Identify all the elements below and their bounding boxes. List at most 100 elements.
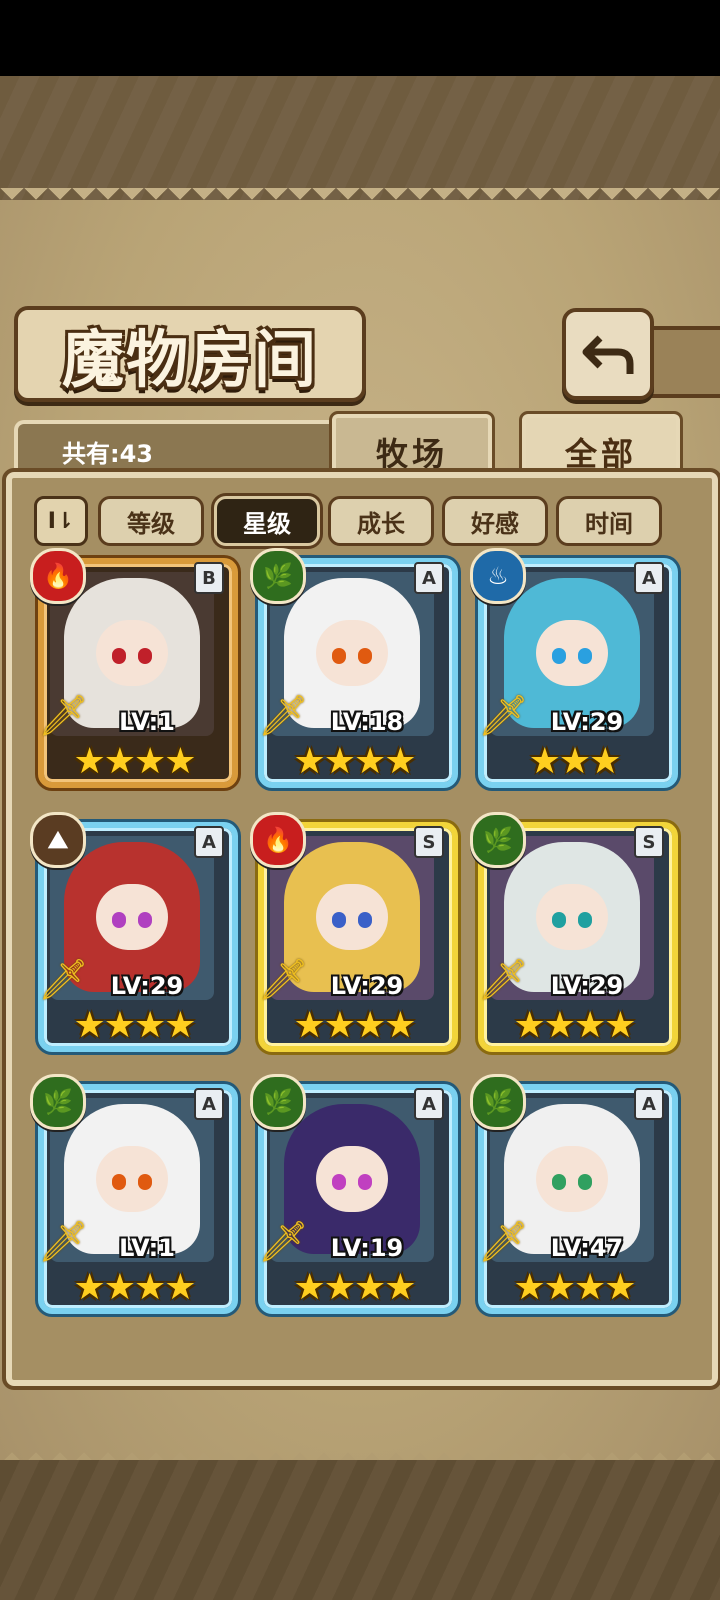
- star-icon: ★: [384, 741, 417, 782]
- star-icon: ★: [293, 1267, 326, 1308]
- monster-card[interactable]: 🔥 S 🗡 LV:29 ★ ★ ★ ★: [250, 812, 458, 1052]
- wood-element-icon: 🌿: [30, 1074, 86, 1130]
- star-icon: ★: [354, 741, 387, 782]
- sword-icon: 🗡: [38, 693, 89, 739]
- monster-card[interactable]: ⛰ A 🗡 LV:29 ★ ★ ★ ★: [30, 812, 238, 1052]
- star-icon: ★: [134, 1267, 167, 1308]
- wood-element-icon: 🌿: [470, 812, 526, 868]
- sword-icon: 🗡: [478, 1219, 529, 1265]
- star-icon: ★: [513, 1005, 546, 1046]
- grade-badge: A: [194, 1088, 224, 1120]
- back-button[interactable]: [562, 308, 654, 400]
- level-label: LV:47: [550, 1234, 624, 1262]
- back-rail: [644, 326, 720, 398]
- star-rating: ★ ★ ★: [500, 742, 650, 782]
- grade-badge: A: [414, 1088, 444, 1120]
- star-icon: ★: [164, 741, 197, 782]
- star-icon: ★: [293, 1005, 326, 1046]
- monster-card[interactable]: 🌿 A 🗡 LV:1 ★ ★ ★ ★: [30, 1074, 238, 1314]
- water-element-icon: ♨: [470, 548, 526, 604]
- portrait-eye: [552, 1174, 566, 1190]
- star-icon: ★: [558, 741, 592, 782]
- star-icon: ★: [528, 741, 561, 782]
- sort-bar: I⇂ 等级 星级 成长 好感 时间: [30, 494, 690, 546]
- star-icon: ★: [543, 1267, 576, 1308]
- sword-icon: 🗡: [478, 957, 529, 1003]
- zigzag-border-top: [0, 188, 720, 212]
- sword-icon: 🗡: [38, 957, 89, 1003]
- background-map-top: [0, 76, 720, 206]
- monster-card[interactable]: 🌿 A 🗡 LV:18 ★ ★ ★ ★: [250, 548, 458, 788]
- portrait-eye: [112, 1174, 126, 1190]
- level-label: LV:1: [119, 708, 175, 736]
- star-icon: ★: [73, 1005, 106, 1046]
- star-icon: ★: [354, 1267, 387, 1308]
- star-icon: ★: [384, 1005, 417, 1046]
- level-label: LV:18: [330, 708, 404, 736]
- monster-card[interactable]: 🌿 S 🗡 LV:29 ★ ★ ★ ★: [470, 812, 678, 1052]
- background-map-bottom: [0, 1460, 720, 1600]
- portrait-face: [316, 620, 388, 686]
- star-icon: ★: [574, 1005, 607, 1046]
- star-icon: ★: [164, 1005, 197, 1046]
- star-icon: ★: [513, 1267, 546, 1308]
- portrait-face: [316, 1146, 388, 1212]
- star-rating: ★ ★ ★ ★: [500, 1268, 650, 1308]
- portrait-eye: [112, 912, 126, 928]
- star-icon: ★: [354, 1005, 387, 1046]
- star-icon: ★: [103, 1005, 136, 1046]
- wood-element-icon: 🌿: [250, 548, 306, 604]
- sort-time-button[interactable]: 时间: [556, 496, 662, 546]
- earth-element-icon: ⛰: [30, 812, 86, 868]
- level-label: LV:29: [330, 972, 404, 1000]
- star-rating: ★ ★ ★ ★: [280, 1006, 430, 1046]
- star-icon: ★: [543, 1005, 576, 1046]
- sword-icon: 🗡: [478, 693, 529, 739]
- sword-icon: 🗡: [258, 693, 309, 739]
- sort-level-button[interactable]: 等级: [98, 496, 204, 546]
- monster-card[interactable]: ♨ A 🗡 LV:29 ★ ★ ★: [470, 548, 678, 788]
- portrait-eye: [578, 912, 592, 928]
- level-label: LV:19: [330, 1234, 404, 1262]
- sort-star-button[interactable]: 星级: [214, 496, 320, 546]
- grade-badge: S: [414, 826, 444, 858]
- grade-badge: B: [194, 562, 224, 594]
- portrait-eye: [332, 1174, 346, 1190]
- star-rating: ★ ★ ★ ★: [280, 742, 430, 782]
- portrait-eye: [552, 648, 566, 664]
- star-icon: ★: [323, 1267, 356, 1308]
- star-icon: ★: [589, 741, 622, 782]
- sort-affection-button[interactable]: 好感: [442, 496, 548, 546]
- portrait-eye: [578, 648, 592, 664]
- monster-card[interactable]: 🌿 A 🗡 LV:47 ★ ★ ★ ★: [470, 1074, 678, 1314]
- monster-card[interactable]: 🔥 B 🗡 LV:1 ★ ★ ★ ★: [30, 548, 238, 788]
- star-icon: ★: [134, 741, 167, 782]
- portrait-eye: [358, 648, 372, 664]
- level-label: LV:29: [550, 972, 624, 1000]
- portrait-eye: [552, 912, 566, 928]
- sort-growth-button[interactable]: 成长: [328, 496, 434, 546]
- star-icon: ★: [323, 741, 356, 782]
- page-title: 魔物房间: [61, 323, 318, 396]
- star-icon: ★: [134, 1005, 167, 1046]
- page-title-plate: 魔物房间: [14, 306, 366, 402]
- star-rating: ★ ★ ★ ★: [60, 1268, 210, 1308]
- portrait-eye: [358, 912, 372, 928]
- star-icon: ★: [293, 741, 326, 782]
- portrait-eye: [138, 912, 152, 928]
- portrait-face: [96, 884, 168, 950]
- monster-card[interactable]: 🌿 A 🗡 LV:19 ★ ★ ★ ★: [250, 1074, 458, 1314]
- star-rating: ★ ★ ★ ★: [280, 1268, 430, 1308]
- portrait-eye: [332, 912, 346, 928]
- fire-element-icon: 🔥: [30, 548, 86, 604]
- portrait-face: [536, 620, 608, 686]
- portrait-face: [96, 1146, 168, 1212]
- star-icon: ★: [73, 741, 106, 782]
- fire-element-icon: 🔥: [250, 812, 306, 868]
- star-icon: ★: [103, 741, 136, 782]
- grade-badge: A: [634, 1088, 664, 1120]
- grade-badge: A: [194, 826, 224, 858]
- return-arrow-icon: [582, 335, 634, 374]
- wood-element-icon: 🌿: [250, 1074, 306, 1130]
- sort-order-toggle[interactable]: I⇂: [34, 496, 88, 546]
